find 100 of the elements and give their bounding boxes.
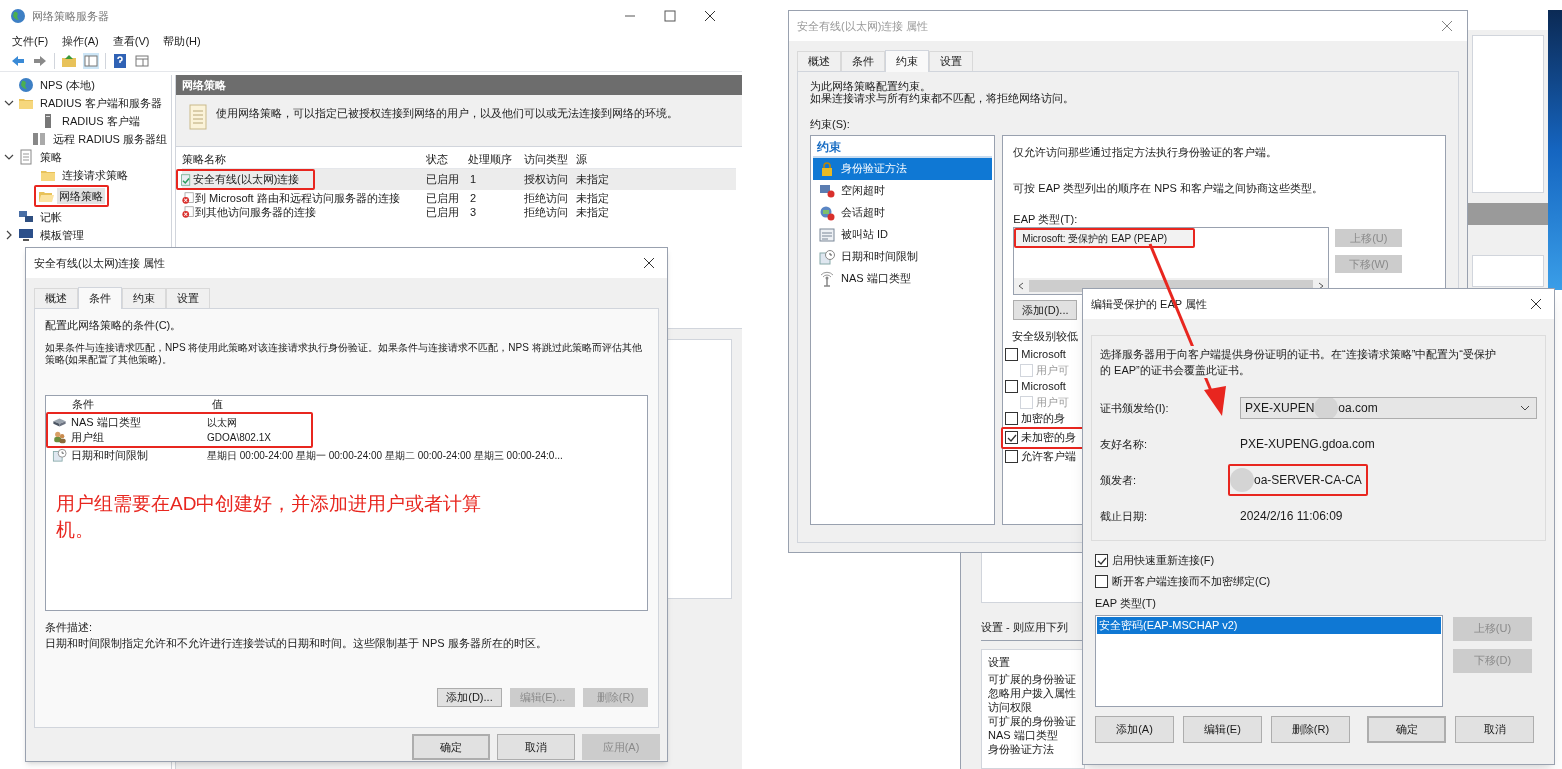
list-item[interactable]: 安全密码(EAP-MSCHAP v2) — [1097, 616, 1441, 634]
monitor-icon — [18, 227, 34, 243]
list-item[interactable]: 会话超时 — [813, 201, 993, 224]
pane-icon[interactable] — [134, 52, 150, 69]
list-item[interactable]: 身份验证方法 — [988, 740, 1084, 755]
checkbox[interactable] — [1095, 554, 1108, 567]
intro-text: 如果连接请求与所有约束都不匹配，将拒绝网络访问。 — [810, 92, 1075, 104]
lock-icon — [819, 160, 835, 177]
checkbox[interactable] — [1005, 348, 1019, 361]
tab[interactable]: 设置 — [929, 51, 973, 71]
tab[interactable]: 约束 — [122, 288, 166, 308]
tab[interactable]: 条件 — [78, 287, 122, 309]
checkbox-label[interactable]: Microsoft — [1021, 378, 1066, 395]
checkbox-label[interactable]: 加密的身 — [1021, 410, 1066, 427]
dropdown[interactable]: PXE-XUPEN oa.com — [1240, 397, 1537, 419]
tree-item[interactable]: 记帐 — [38, 208, 64, 226]
chevron-icon[interactable] — [1520, 403, 1530, 413]
list-item[interactable]: 身份验证方法 — [813, 157, 993, 180]
list-item[interactable]: Microsoft: 受保护的 EAP (PEAP) — [1016, 230, 1174, 246]
tree-item[interactable]: 策略 — [38, 148, 64, 166]
button[interactable]: 添加(A) — [1095, 715, 1174, 743]
column-header[interactable]: 值 — [212, 395, 641, 412]
checkbox[interactable] — [1005, 412, 1019, 425]
column-header[interactable]: 处理顺序 — [468, 151, 524, 168]
table-cell-text: 星期日 00:00-24:00 星期一 00:00-24:00 星期二 00:00-24:00 星期三 00:00-24:0... — [207, 448, 563, 463]
button[interactable]: 确定 — [1367, 715, 1446, 743]
tab[interactable]: 条件 — [841, 51, 885, 71]
button[interactable]: 添加(D)... — [1013, 300, 1078, 320]
maximize-icon[interactable] — [664, 10, 676, 22]
tab[interactable]: 概述 — [34, 288, 78, 308]
checkbox-label[interactable]: 断开客户端连接而不加密绑定(C) — [1112, 573, 1271, 590]
close-icon[interactable] — [1530, 298, 1542, 310]
tree-item[interactable]: 模板管理 — [38, 226, 86, 244]
help-icon[interactable] — [112, 52, 128, 69]
checkbox-label[interactable]: 启用快速重新连接(F) — [1112, 552, 1215, 569]
menu-item[interactable]: 帮助(H) — [163, 32, 201, 50]
button[interactable]: 取消 — [1455, 715, 1534, 743]
table-cell-text: 到 Microsoft 路由和远程访问服务器的连接 — [195, 191, 400, 206]
close-icon[interactable] — [643, 257, 655, 269]
tree-item[interactable]: RADIUS 客户端和服务器 — [38, 94, 164, 112]
button[interactable]: 确定 — [412, 734, 490, 760]
checkbox[interactable] — [1005, 380, 1019, 393]
checkbox-label[interactable]: 允许客户端 — [1021, 448, 1077, 465]
close-icon[interactable] — [704, 10, 716, 22]
list-item[interactable]: 忽略用户拨入属性 — [988, 684, 1084, 699]
menu-item[interactable]: 查看(V) — [112, 32, 150, 50]
button[interactable]: 编辑(E) — [1183, 715, 1262, 743]
checkbox-label[interactable]: 未加密的身 — [1021, 429, 1077, 446]
tree-item[interactable]: 网络策略 — [57, 187, 105, 205]
table-cell-text: 已启用 — [426, 191, 460, 206]
scroll-right-icon[interactable] — [1317, 282, 1326, 290]
folder-up-icon[interactable] — [61, 52, 77, 69]
console-tree-icon[interactable] — [83, 52, 99, 69]
list-item[interactable]: 日期和时间限制 — [813, 245, 993, 268]
dialog-title: 安全有线(以太网)连接 属性 — [34, 255, 166, 271]
list-item[interactable]: 被叫站 ID — [813, 223, 993, 246]
chevron-icon[interactable] — [4, 152, 14, 162]
table-row[interactable]: 到 Microsoft 路由和远程访问服务器的连接 已启用 2 拒绝访问 未指定 — [182, 190, 736, 204]
menu-item[interactable]: 操作(A) — [62, 32, 99, 50]
menu-item[interactable]: 文件(F) — [12, 32, 49, 50]
annotation-text: 用户组需要在AD中创建好，并添加进用户或者计算机。 — [56, 491, 483, 542]
scroll-left-icon[interactable] — [1017, 282, 1026, 290]
button[interactable]: 取消 — [497, 734, 575, 760]
tab[interactable]: 概述 — [797, 51, 841, 71]
checkbox-label[interactable]: Microsoft — [1021, 346, 1066, 363]
field-label: 颁发者: — [1100, 472, 1138, 488]
tree-item[interactable]: 连接请求策略 — [60, 166, 130, 184]
intro-text: 配置此网络策略的条件(C)。 — [45, 318, 183, 333]
chevron-icon[interactable] — [4, 98, 14, 108]
dialog-title: 安全有线(以太网)连接 属性 — [797, 18, 929, 34]
list-item[interactable]: 空闲超时 — [813, 179, 993, 202]
table-cell-text: 1 — [469, 172, 478, 188]
button[interactable]: 添加(D)... — [437, 687, 502, 707]
server-icon — [31, 131, 48, 147]
tree-item[interactable]: 远程 RADIUS 服务器组 — [51, 130, 169, 148]
list-item[interactable]: 可扩展的身份验证 — [988, 670, 1084, 685]
checkbox[interactable] — [1095, 575, 1108, 588]
checkbox[interactable] — [1005, 431, 1019, 444]
column-header[interactable]: 策略名称 — [182, 151, 426, 168]
column-header[interactable]: 条件 — [72, 395, 212, 412]
tree-item[interactable]: RADIUS 客户端 — [60, 112, 142, 130]
tab[interactable]: 约束 — [885, 50, 929, 72]
table-row[interactable]: 到其他访问服务器的连接 已启用 3 拒绝访问 未指定 — [182, 204, 736, 218]
table-cell-text: 授权访问 — [524, 172, 569, 188]
list-item[interactable]: 访问权限 — [988, 698, 1084, 713]
list-item[interactable]: 可扩展的身份验证 — [988, 712, 1084, 727]
tab[interactable]: 设置 — [166, 288, 210, 308]
checkbox[interactable] — [1005, 450, 1019, 463]
button[interactable]: 删除(R) — [1271, 715, 1350, 743]
globe-icon — [18, 77, 34, 93]
list-item[interactable]: NAS 端口类型 — [813, 267, 993, 290]
redaction-blur — [1230, 468, 1254, 492]
column-header[interactable]: 源 — [576, 151, 636, 168]
column-header[interactable]: 状态 — [426, 151, 468, 168]
denied-policy-icon — [182, 192, 194, 205]
column-header[interactable]: 访问类型 — [524, 151, 576, 168]
list-item[interactable]: NAS 端口类型 — [988, 726, 1084, 741]
chevron-icon[interactable] — [4, 230, 14, 240]
tree-item[interactable]: NPS (本地) — [38, 76, 97, 94]
window-title: 网络策略服务器 — [32, 8, 109, 24]
